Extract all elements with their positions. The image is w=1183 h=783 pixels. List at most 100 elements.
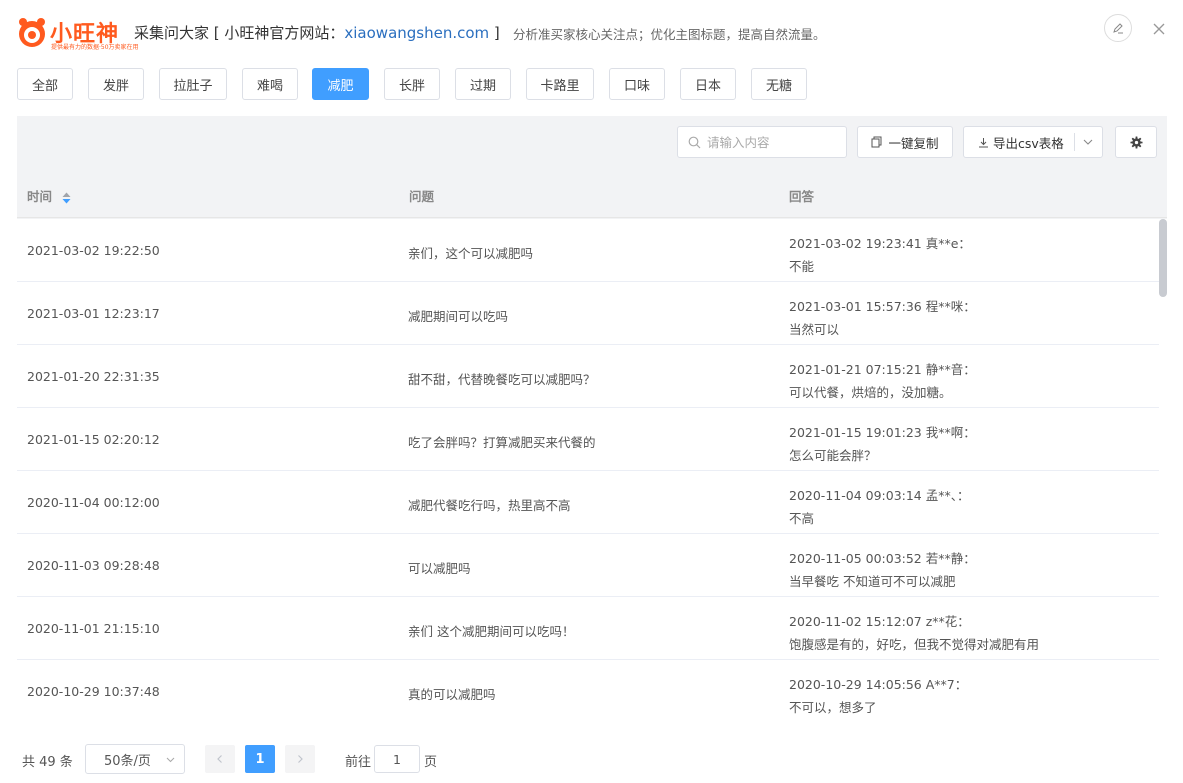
chevron-down-icon: [166, 757, 175, 763]
cell-question: 亲们 这个减肥期间可以吃吗！: [408, 624, 575, 639]
cell-answer-meta: 2021-01-15 19:01:23 我**啊：: [789, 425, 976, 440]
cell-question: 减肥期间可以吃吗: [408, 309, 509, 324]
cell-time: 2021-01-15 02:20:12: [27, 432, 160, 447]
cell-question: 吃了会胖吗？打算减肥买来代餐的: [408, 435, 596, 450]
scrollbar-thumb[interactable]: [1159, 219, 1167, 297]
qa-table-panel: 一键复制 导出csv表格: [17, 116, 1167, 722]
page-subtitle: 分析准买家核心关注点；优化主图标题，提高自然流量。: [513, 27, 826, 42]
edit-button[interactable]: [1104, 14, 1132, 42]
cell-time: 2020-11-01 21:15:10: [27, 621, 160, 636]
table-row: 2020-11-04 00:12:00 减肥代餐吃行吗，热里高不高 2020-1…: [17, 471, 1159, 534]
logo-tagline: 提供最有力的数据·50万卖家在用: [51, 44, 139, 51]
export-csv-label: 导出csv表格: [993, 135, 1064, 151]
copy-icon: [871, 136, 882, 148]
table-row: 2021-03-01 12:23:17 减肥期间可以吃吗 2021-03-01 …: [17, 282, 1159, 345]
app-root: 小旺神 提供最有力的数据·50万卖家在用 采集问大家 [ 小旺神官方网站：xia…: [0, 0, 1183, 783]
page-title: 采集问大家 [ 小旺神官方网站：xiaowangshen.com ]: [134, 22, 500, 43]
cell-answer-text: 饱腹感是有的，好吃，但我不觉得对减肥有用: [789, 637, 1040, 652]
table-row: 2021-01-20 22:31:35 甜不甜，代替晚餐吃可以减肥吗？ 2021…: [17, 345, 1159, 408]
cell-answer-meta: 2020-11-05 00:03:52 若**静：: [789, 551, 976, 566]
logo: 小旺神 提供最有力的数据·50万卖家在用: [16, 14, 139, 51]
search-input[interactable]: [707, 134, 837, 150]
cell-answer-text: 不可以，想多了: [789, 700, 877, 715]
table-row: 2021-01-15 02:20:12 吃了会胖吗？打算减肥买来代餐的 2021…: [17, 408, 1159, 471]
cell-answer-text: 不高: [789, 511, 815, 526]
gear-icon: [1129, 135, 1143, 149]
page-size-value: 50条/页: [104, 753, 151, 769]
table-row: 2020-10-29 10:37:48 真的可以减肥吗 2020-10-29 1…: [17, 660, 1159, 722]
prev-page-button[interactable]: [205, 745, 235, 773]
table-header: 时间 问题 回答: [17, 174, 1167, 218]
close-icon: [1153, 23, 1165, 35]
cell-time: 2020-10-29 10:37:48: [27, 684, 160, 699]
column-header-answer: 回答: [789, 189, 815, 204]
cell-answer-text: 可以代餐，烘焙的，没加糖。: [789, 385, 952, 400]
page-size-select[interactable]: 50条/页: [85, 744, 185, 774]
cell-time: 2020-11-03 09:28:48: [27, 558, 160, 573]
table-row: 2021-03-02 19:22:50 亲们，这个可以减肥吗 2021-03-0…: [17, 219, 1159, 282]
cell-answer-meta: 2020-11-02 15:12:07 z**花：: [789, 614, 970, 629]
cell-answer-meta: 2021-03-02 19:23:41 真**e：: [789, 236, 971, 251]
sort-icon[interactable]: [62, 192, 71, 204]
close-button[interactable]: [1150, 20, 1168, 38]
cell-question: 减肥代餐吃行吗，热里高不高: [408, 498, 571, 513]
page-unit-label: 页: [424, 755, 438, 770]
tab-all[interactable]: 全部: [17, 68, 73, 100]
tab-kouwei[interactable]: 口味: [609, 68, 665, 100]
next-page-button[interactable]: [285, 745, 315, 773]
cell-answer-meta: 2020-11-04 09:03:14 孟**、：: [789, 488, 970, 503]
cell-question: 可以减肥吗: [408, 561, 471, 576]
cell-answer-text: 当早餐吃 不知道可不可以减肥: [789, 574, 956, 589]
search-box[interactable]: [677, 126, 847, 158]
export-csv-button[interactable]: 导出csv表格: [963, 126, 1103, 158]
table-row: 2020-11-03 09:28:48 可以减肥吗 2020-11-05 00:…: [17, 534, 1159, 597]
tab-ladu[interactable]: 拉肚子: [159, 68, 227, 100]
tab-jianfei[interactable]: 减肥: [312, 68, 369, 100]
cell-time: 2021-03-02 19:22:50: [27, 243, 160, 258]
cell-answer-meta: 2020-10-29 14:05:56 A**7：: [789, 677, 968, 692]
official-site-link[interactable]: xiaowangshen.com: [344, 24, 489, 42]
cell-answer-text: 当然可以: [789, 322, 840, 337]
title-prefix: 采集问大家 [ 小旺神官方网站：: [134, 24, 345, 42]
cell-answer-meta: 2021-01-21 07:15:21 静**音：: [789, 362, 976, 377]
chevron-left-icon: [217, 755, 222, 763]
download-icon: [979, 137, 988, 147]
copy-all-button[interactable]: 一键复制: [857, 126, 953, 158]
tab-wutang[interactable]: 无糖: [751, 68, 807, 100]
table-row: 2020-11-01 21:15:10 亲们 这个减肥期间可以吃吗！ 2020-…: [17, 597, 1159, 660]
cell-answer-text: 怎么可能会胖？: [789, 448, 877, 463]
edit-icon: [1113, 23, 1123, 34]
tab-riben[interactable]: 日本: [680, 68, 736, 100]
cell-time: 2021-01-20 22:31:35: [27, 369, 160, 384]
tab-changpang[interactable]: 长胖: [384, 68, 440, 100]
page-number-current[interactable]: 1: [245, 745, 275, 773]
settings-button[interactable]: [1115, 126, 1157, 158]
tab-guoqi[interactable]: 过期: [455, 68, 511, 100]
chevron-down-icon[interactable]: [1082, 136, 1094, 148]
cell-time: 2020-11-04 00:12:00: [27, 495, 160, 510]
cell-question: 甜不甜，代替晚餐吃可以减肥吗？: [408, 372, 596, 387]
goto-page-input[interactable]: [374, 745, 420, 773]
column-header-question: 问题: [409, 189, 435, 204]
table-scrollbar[interactable]: [1159, 219, 1167, 722]
column-header-time[interactable]: 时间: [27, 186, 71, 205]
goto-label: 前往: [345, 755, 372, 770]
column-time-label: 时间: [27, 189, 53, 204]
export-divider: [1074, 133, 1075, 151]
copy-all-label: 一键复制: [888, 135, 939, 151]
tab-kaluli[interactable]: 卡路里: [526, 68, 594, 100]
cell-answer-meta: 2021-03-01 15:57:36 程**咪：: [789, 299, 976, 314]
cell-answer-text: 不能: [789, 259, 815, 274]
cell-question: 亲们，这个可以减肥吗: [408, 246, 534, 261]
chevron-right-icon: [298, 755, 303, 763]
total-count: 共 49 条: [22, 755, 73, 770]
logo-mascot-icon: [19, 18, 45, 47]
search-icon: [688, 136, 701, 148]
title-suffix: ]: [489, 24, 500, 42]
cell-question: 真的可以减肥吗: [408, 687, 496, 702]
header: 小旺神 提供最有力的数据·50万卖家在用 采集问大家 [ 小旺神官方网站：xia…: [0, 0, 1183, 64]
tab-fapang[interactable]: 发胖: [88, 68, 144, 100]
tab-nanhe[interactable]: 难喝: [242, 68, 298, 100]
table-body: 2021-03-02 19:22:50 亲们，这个可以减肥吗 2021-03-0…: [17, 219, 1159, 722]
cell-time: 2021-03-01 12:23:17: [27, 306, 160, 321]
